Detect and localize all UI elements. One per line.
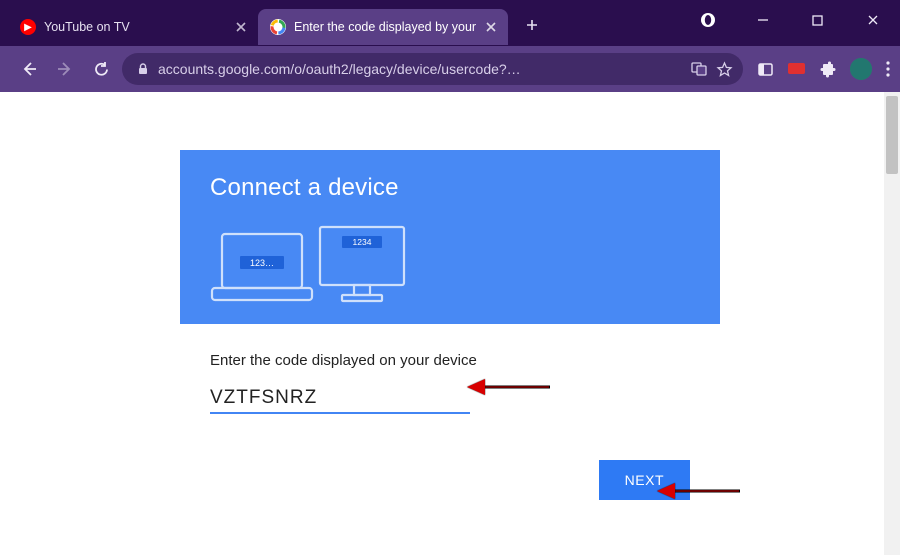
opera-menu-icon[interactable] bbox=[680, 0, 735, 40]
card-header: Connect a device 123… 1234 bbox=[180, 150, 720, 324]
laptop-code-text: 123… bbox=[250, 258, 274, 268]
url-box[interactable]: accounts.google.com/o/oauth2/legacy/devi… bbox=[122, 53, 743, 85]
lock-icon bbox=[136, 62, 150, 76]
new-tab-button[interactable] bbox=[518, 11, 546, 39]
device-code-input[interactable] bbox=[210, 385, 470, 414]
kebab-menu-icon[interactable] bbox=[886, 61, 890, 77]
code-prompt: Enter the code displayed on your device bbox=[210, 352, 690, 369]
window-maximize-button[interactable] bbox=[790, 0, 845, 40]
monitor-code-text: 1234 bbox=[353, 237, 372, 247]
side-panel-icon[interactable] bbox=[757, 61, 774, 78]
url-text: accounts.google.com/o/oauth2/legacy/devi… bbox=[158, 61, 682, 77]
bookmark-star-icon[interactable] bbox=[716, 61, 733, 78]
back-button[interactable] bbox=[14, 54, 44, 84]
tab-label: Enter the code displayed by your bbox=[294, 20, 476, 34]
device-card: Connect a device 123… 1234 bbox=[180, 150, 720, 524]
forward-button[interactable] bbox=[50, 54, 80, 84]
close-tab-icon[interactable] bbox=[234, 20, 248, 34]
titlebar: ▶ YouTube on TV Enter the code displayed… bbox=[0, 0, 900, 46]
window-controls bbox=[680, 0, 900, 40]
vertical-scrollbar[interactable] bbox=[884, 92, 900, 555]
window-close-button[interactable] bbox=[845, 0, 900, 40]
profile-avatar[interactable] bbox=[850, 58, 872, 80]
tab-strip: ▶ YouTube on TV Enter the code displayed… bbox=[0, 8, 546, 46]
page-viewport: Connect a device 123… 1234 bbox=[0, 92, 900, 555]
toolbar-extensions bbox=[757, 58, 890, 80]
tab-label: YouTube on TV bbox=[44, 20, 226, 34]
address-bar: accounts.google.com/o/oauth2/legacy/devi… bbox=[0, 46, 900, 92]
extensions-puzzle-icon[interactable] bbox=[819, 61, 836, 78]
next-button[interactable]: NEXT bbox=[599, 460, 690, 500]
page-heading: Connect a device bbox=[210, 174, 690, 202]
google-icon bbox=[270, 19, 286, 35]
youtube-icon: ▶ bbox=[20, 19, 36, 35]
window-minimize-button[interactable] bbox=[735, 0, 790, 40]
translate-icon[interactable] bbox=[690, 60, 708, 78]
devices-illustration: 123… 1234 bbox=[210, 224, 690, 306]
close-tab-icon[interactable] bbox=[484, 20, 498, 34]
tab-google-device[interactable]: Enter the code displayed by your bbox=[258, 9, 508, 45]
card-body: Enter the code displayed on your device … bbox=[180, 324, 720, 524]
extension-red-icon[interactable] bbox=[788, 62, 805, 76]
reload-button[interactable] bbox=[86, 54, 116, 84]
tab-youtube[interactable]: ▶ YouTube on TV bbox=[8, 9, 258, 45]
